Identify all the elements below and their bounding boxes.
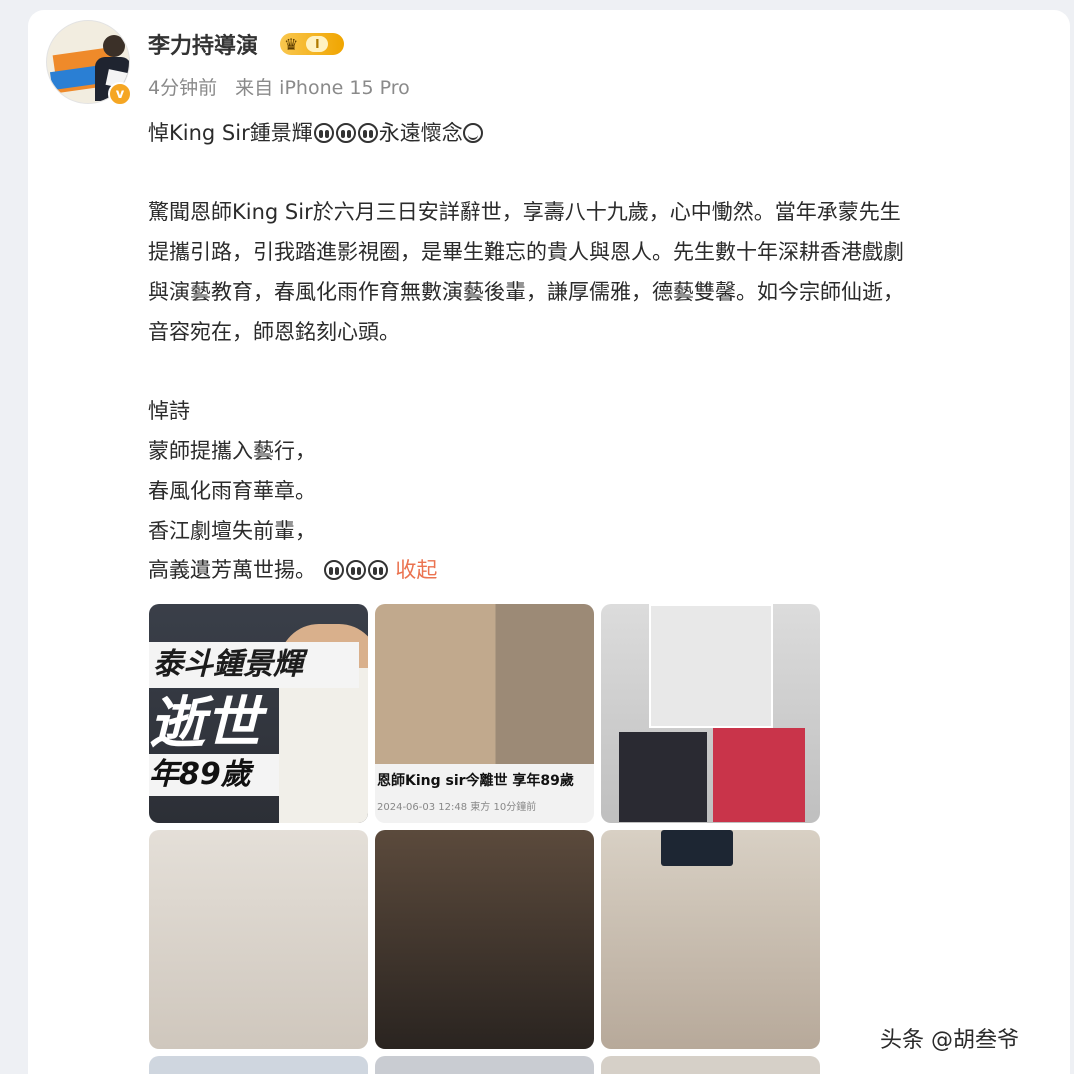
poem-line: 蒙師提攜入藝行， [148,439,316,463]
cry-emoji-icon [313,123,334,143]
avatar-person-head [103,35,125,57]
title-text: 悼King Sir鍾景輝 [148,121,313,145]
paragraph-line: 提攜引路，引我踏進影視圈，是畢生難忘的貴人與恩人。先生數十年深耕香港戲劇 [148,240,904,264]
paragraph-line: 與演藝教育，春風化雨作育無數演藝後輩，謙厚儒雅，德藝雙馨。如今宗師仙逝， [148,280,904,304]
title-text-tail: 永遠懷念 [378,121,463,145]
cry-emoji-icon [357,123,378,143]
paragraph-line: 音容宛在，師恩銘刻心頭。 [148,320,400,344]
post-image-6[interactable] [601,830,820,1049]
post-title-line: 悼King Sir鍾景輝 永遠懷念 [148,113,483,153]
image-headline-large: 逝世 [149,691,261,756]
group-photo [375,604,594,764]
cry-emoji-icon [323,560,344,580]
cry-emoji-icon [345,560,366,580]
vintage-photo [649,604,773,728]
post-image-7[interactable] [149,1056,368,1074]
watermark: 头条 @胡叁爷 [880,1028,1019,1053]
post-image-4[interactable] [149,830,368,1049]
post-image-3[interactable] [601,604,820,823]
post-image-8[interactable] [375,1056,594,1074]
portrait-photo [619,732,707,822]
post-meta: 4分钟前 来自 iPhone 15 Pro [148,73,410,100]
smile-emoji-icon [462,123,483,143]
poem-line: 香江劇壇失前輩， [148,519,316,543]
cry-emoji-icon [335,123,356,143]
paragraph-line: 驚聞恩師King Sir於六月三日安詳辭世，享壽八十九歲，心中慟然。當年承蒙先生 [148,200,901,224]
post-image-9[interactable] [601,1056,820,1074]
member-level-badge[interactable]: ♛ I [280,33,344,55]
poem-line: 高義遺芳萬世揚。 [148,558,316,582]
post-image-5[interactable] [375,830,594,1049]
post-time: 4分钟前 [148,77,218,99]
post-source: 来自 iPhone 15 Pro [235,77,410,99]
username[interactable]: 李力持導演 [148,28,258,60]
crown-icon: ♛ [284,34,299,54]
poem-line: 春風化雨育華章。 [148,479,316,503]
cry-emoji-icon [367,560,388,580]
news-caption: 恩師King sir今離世 享年89歲 [377,773,574,789]
post-image-2[interactable]: 恩師King sir今離世 享年89歲 2024-06-03 12:48 東方 … [375,604,594,823]
poem-title: 悼詩 [148,399,190,423]
collapse-link[interactable]: 收起 [395,558,437,582]
poem-last-line: 高義遺芳萬世揚。 收起 [148,550,437,590]
news-date: 2024-06-03 12:48 東方 10分鐘前 [377,802,537,813]
image-age-label: 年89歲 [149,754,279,796]
portrait-photo [713,728,805,822]
level-label: I [306,36,329,52]
image-headline: 泰斗鍾景輝 [149,642,359,688]
tv-screen [661,830,733,866]
verified-badge-icon: v [108,82,132,106]
post-image-1[interactable]: 泰斗鍾景輝 逝世 年89歲 [149,604,368,823]
